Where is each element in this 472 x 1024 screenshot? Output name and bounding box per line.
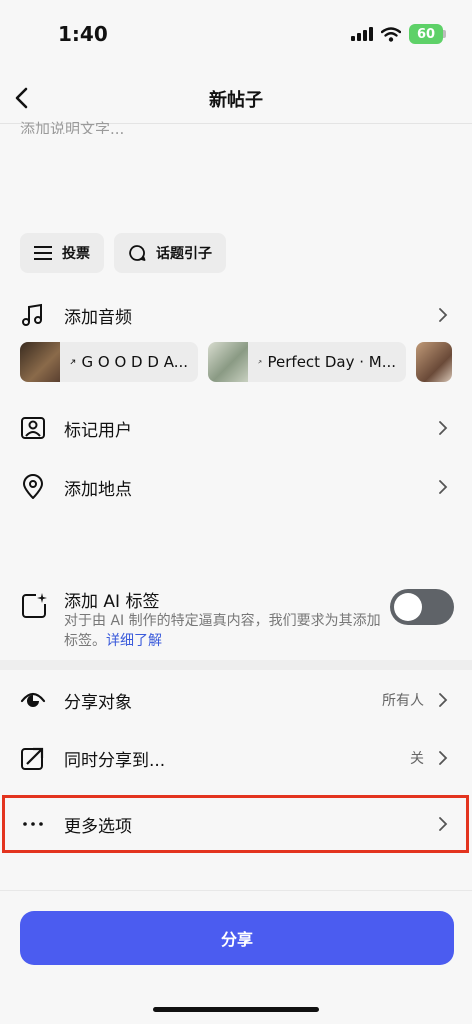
location-pin-icon xyxy=(23,474,43,499)
music-title: Perfect Day · M... xyxy=(267,353,396,371)
crosspost-value: 关 xyxy=(410,751,424,767)
arrow-up-right-icon xyxy=(258,360,262,364)
tag-people-row[interactable]: 标记用户 xyxy=(0,413,472,443)
add-music-label: 添加音频 xyxy=(64,307,132,328)
ai-label-toggle[interactable] xyxy=(390,589,454,625)
music-chip[interactable]: Perfect Day · M... xyxy=(208,342,406,382)
battery-icon: 60 xyxy=(409,24,443,44)
tag-user-icon xyxy=(21,417,45,439)
music-title: G O O D D A... xyxy=(81,353,188,371)
ai-label-icon xyxy=(22,593,47,618)
status-time: 1:40 xyxy=(58,22,108,46)
status-icons: 60 xyxy=(351,24,446,44)
chevron-right-icon xyxy=(439,308,448,322)
signal-icon xyxy=(351,27,373,41)
learn-more-link[interactable]: 详细了解 xyxy=(106,633,162,649)
music-note-icon xyxy=(22,303,42,326)
divider xyxy=(0,660,472,670)
audience-label: 分享对象 xyxy=(64,692,132,713)
add-location-label: 添加地点 xyxy=(64,479,132,500)
chat-bubble-icon xyxy=(129,245,146,261)
ai-label-title: 添加 AI 标签 xyxy=(64,592,160,612)
eye-icon xyxy=(20,692,46,707)
wifi-icon xyxy=(381,26,401,42)
toggle-knob xyxy=(394,593,422,621)
add-location-row[interactable]: 添加地点 xyxy=(0,472,472,502)
poll-label: 投票 xyxy=(62,246,90,262)
audience-row[interactable]: 分享对象 所有人 xyxy=(0,685,472,715)
chevron-right-icon xyxy=(439,693,448,707)
list-icon xyxy=(34,246,52,260)
caption-input[interactable]: 添加说明文字... xyxy=(20,118,124,134)
audience-value: 所有人 xyxy=(382,693,424,709)
page-title: 新帖子 xyxy=(209,90,263,111)
music-chip[interactable]: G O O D D A... xyxy=(20,342,198,382)
add-music-row[interactable]: 添加音频 xyxy=(0,300,472,330)
tag-people-label: 标记用户 xyxy=(64,420,132,441)
music-chip[interactable] xyxy=(416,342,452,382)
share-button[interactable]: 分享 xyxy=(20,911,454,965)
ai-label-description: 对于由 AI 制作的特定逼真内容，我们要求为其添加标签。详细了解 xyxy=(64,611,382,651)
album-thumbnail xyxy=(208,342,248,382)
chevron-right-icon xyxy=(439,751,448,765)
prompt-label: 话题引子 xyxy=(156,246,212,262)
divider xyxy=(0,890,472,891)
arrow-up-right-icon xyxy=(70,359,76,365)
chevron-right-icon xyxy=(439,480,448,494)
home-indicator xyxy=(153,1007,319,1012)
album-thumbnail xyxy=(20,342,60,382)
share-arrow-icon xyxy=(21,747,44,770)
chevron-right-icon xyxy=(439,421,448,435)
prompt-button[interactable]: 话题引子 xyxy=(114,233,226,273)
poll-button[interactable]: 投票 xyxy=(20,233,104,273)
music-suggestions: G O O D D A... Perfect Day · M... xyxy=(20,342,452,382)
album-thumbnail xyxy=(416,342,452,382)
crosspost-row[interactable]: 同时分享到... 关 xyxy=(0,743,472,773)
crosspost-label: 同时分享到... xyxy=(64,750,166,771)
header: 新帖子 xyxy=(0,72,472,124)
highlight-box xyxy=(2,795,469,853)
